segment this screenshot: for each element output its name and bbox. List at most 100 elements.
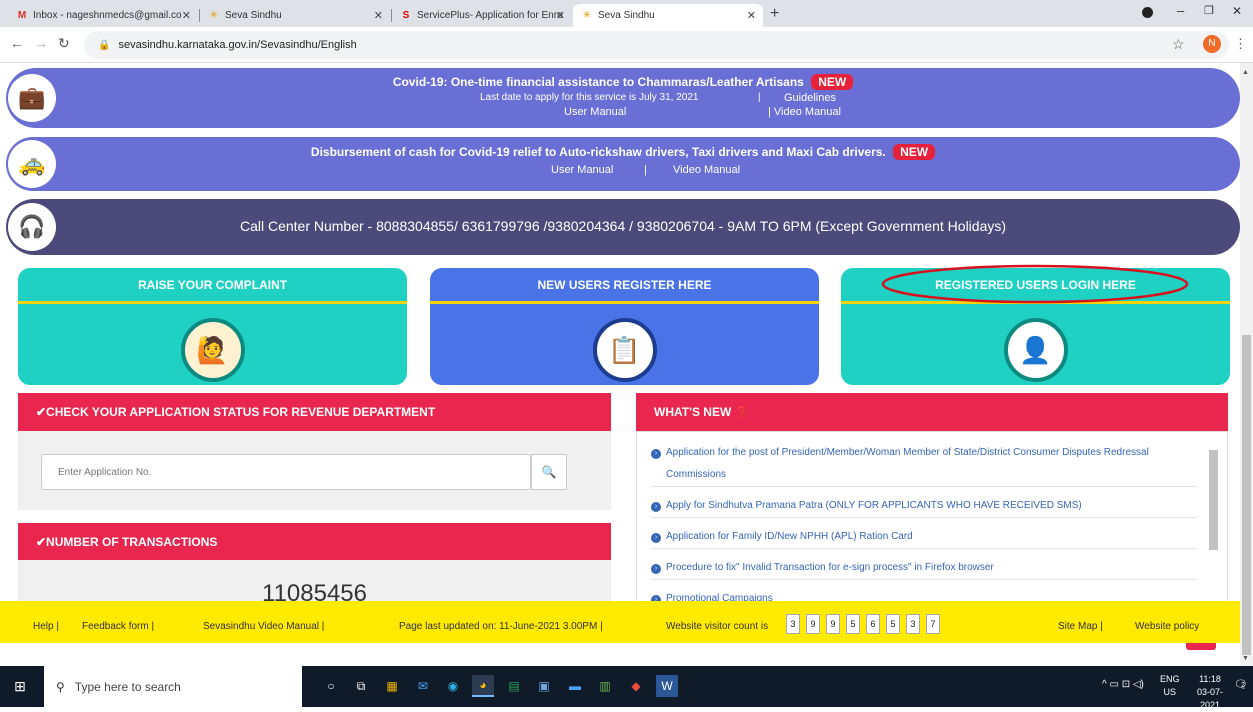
list-item-text: Commissions	[666, 469, 727, 480]
new-badge: NEW	[811, 74, 854, 90]
list-item[interactable]: › Application for Family ID/New NPHH (APL…	[651, 526, 1197, 549]
video-manual-link[interactable]: Video Manual	[673, 164, 740, 176]
taskbar-search-box[interactable]: ⚲ Type here to search	[44, 666, 302, 707]
list-item-text: Application for the post of President/Me…	[666, 447, 1149, 458]
paint-icon[interactable]: ◆	[625, 675, 647, 697]
website-policy-link[interactable]: Website policy	[1135, 621, 1199, 632]
language-indicator[interactable]: ENG US	[1160, 673, 1180, 699]
site-map-link[interactable]: Site Map |	[1058, 621, 1103, 632]
region-code: US	[1163, 687, 1177, 697]
new-user-register-card[interactable]: NEW USERS REGISTER HERE 📋	[430, 268, 819, 385]
list-item[interactable]: › Procedure to fix" Invalid Transaction f…	[651, 557, 1197, 580]
edge-icon[interactable]: ◉	[442, 675, 464, 697]
forward-icon[interactable]: →	[34, 35, 48, 51]
video-manual-link[interactable]: | Video Manual	[768, 106, 841, 118]
user-manual-link[interactable]: User Manual	[551, 164, 613, 176]
close-icon[interactable]: ✕	[747, 9, 756, 22]
list-item-text: Application for Family ID/New NPHH (APL)…	[666, 531, 913, 542]
tab-title: Seva Sindhu	[225, 10, 282, 21]
deadline-text: Last date to apply for this service is J…	[480, 92, 699, 103]
guidelines-link[interactable]: Guidelines	[784, 92, 836, 104]
call-center-banner: 🎧 Call Center Number - 8088304855/ 63617…	[6, 199, 1240, 255]
new-tab-icon[interactable]: +	[770, 5, 779, 23]
visitor-digit: 5	[846, 614, 860, 634]
visitor-digit: 7	[926, 614, 940, 634]
bookmark-star-icon[interactable]: ☆	[1172, 36, 1185, 53]
task-view-icon[interactable]: ⧉	[350, 675, 372, 697]
card-title: NEW USERS REGISTER HERE	[430, 268, 819, 304]
app-icon[interactable]: ▣	[533, 675, 555, 697]
back-icon[interactable]: ←	[10, 35, 24, 51]
visitor-digit: 5	[886, 614, 900, 634]
close-icon[interactable]: ✕	[556, 9, 565, 22]
cortana-icon[interactable]: ○	[320, 675, 342, 697]
search-placeholder: Type here to search	[74, 679, 181, 694]
tab-seva-sindhu-active[interactable]: ✳ Seva Sindhu ✕	[573, 4, 763, 27]
feedback-link[interactable]: Feedback form |	[82, 621, 154, 632]
chevron-right-icon: ›	[651, 502, 661, 512]
seva-sindhu-icon: ✳	[582, 9, 592, 21]
scroll-up-icon[interactable]: ▲	[1242, 69, 1249, 76]
maximize-icon[interactable]: ❐	[1204, 4, 1214, 17]
chevron-right-icon: ›	[651, 564, 661, 574]
application-number-input[interactable]: Enter Application No.	[41, 454, 531, 490]
help-link[interactable]: Help |	[33, 621, 59, 632]
minimize-icon[interactable]: –	[1177, 3, 1184, 18]
language-code: ENG	[1160, 674, 1180, 684]
browser-tab-bar: M Inbox - nageshnmedcs@gmail.co ✕ ✳ Seva…	[0, 0, 1253, 27]
whats-new-list: › Application for the post of President/M…	[636, 431, 1228, 619]
tab-gmail[interactable]: M Inbox - nageshnmedcs@gmail.co ✕	[8, 4, 198, 27]
notification-icon[interactable]: 🗨 2	[1234, 678, 1248, 691]
serviceplus-icon: S	[402, 9, 410, 21]
close-icon[interactable]: ✕	[374, 9, 383, 22]
visitor-digit: 9	[806, 614, 820, 634]
search-icon[interactable]: 🔍	[531, 454, 567, 490]
call-center-agent-icon: 🎧	[8, 203, 56, 251]
address-bar-row: ← → ↻ 🔒 sevasindhu.karnataka.gov.in/Seva…	[0, 27, 1253, 63]
covid-leather-artisans-banner: 💼 Covid-19: One-time financial assistanc…	[6, 68, 1240, 128]
gmail-icon: M	[17, 9, 27, 21]
visitor-digit: 6	[866, 614, 880, 634]
list-scrollbar-thumb[interactable]	[1209, 450, 1218, 550]
menu-dots-icon[interactable]: ⋮	[1234, 36, 1247, 52]
file-explorer-icon[interactable]: ▬	[564, 675, 586, 697]
windows-start-icon[interactable]: ⊞	[9, 675, 31, 697]
record-icon[interactable]	[1142, 7, 1153, 18]
call-center-text: Call Center Number - 8088304855/ 6361799…	[239, 218, 1007, 234]
list-item-text: Procedure to fix" Invalid Transaction fo…	[666, 562, 994, 573]
list-item-continued[interactable]: Commissions	[651, 464, 1197, 487]
tab-title: Seva Sindhu	[598, 10, 655, 21]
user-manual-link[interactable]: User Manual	[564, 106, 626, 118]
transactions-header: ✔NUMBER OF TRANSACTIONS	[18, 523, 611, 560]
excel-icon[interactable]: ▤	[503, 675, 525, 697]
clipboard-icon: 📋	[592, 318, 657, 382]
page-content: 💼 Covid-19: One-time financial assistanc…	[0, 63, 1240, 666]
url-text: sevasindhu.karnataka.gov.in/Sevasindhu/E…	[118, 39, 357, 51]
video-manual-link[interactable]: Sevasindhu Video Manual |	[203, 621, 324, 632]
url-field[interactable]: 🔒 sevasindhu.karnataka.gov.in/Sevasindhu…	[84, 31, 1229, 59]
chrome-icon[interactable]: ◕	[472, 675, 494, 697]
tab-serviceplus[interactable]: S ServicePlus- Application for Enro ✕	[392, 4, 572, 27]
window-close-icon[interactable]: ✕	[1232, 4, 1242, 18]
network-app-icon[interactable]: ▥	[594, 675, 616, 697]
scrollbar-thumb[interactable]	[1242, 335, 1251, 655]
scroll-down-icon[interactable]: ▼	[1242, 655, 1249, 662]
raise-complaint-card[interactable]: RAISE YOUR COMPLAINT 🙋	[18, 268, 407, 385]
close-icon[interactable]: ✕	[182, 9, 191, 22]
chevron-right-icon: ›	[651, 449, 661, 459]
clock-date: 03-07-2021	[1196, 687, 1223, 710]
word-icon[interactable]: W	[656, 675, 678, 697]
profile-avatar[interactable]: N	[1203, 35, 1221, 53]
page-scrollbar[interactable]: ▲ ▼	[1240, 63, 1253, 666]
visitor-digit: 9	[826, 614, 840, 634]
list-item[interactable]: › Apply for Sindhutva Pramana Patra (ONLY…	[651, 495, 1197, 518]
store-icon[interactable]: ▦	[381, 675, 403, 697]
system-tray-icons[interactable]: ^ ▭ ⊡ ◁)	[1102, 679, 1144, 690]
complaint-person-icon: 🙋	[180, 318, 245, 382]
mail-icon[interactable]: ✉	[412, 675, 434, 697]
list-item[interactable]: › Application for the post of President/M…	[651, 442, 1197, 464]
reload-icon[interactable]: ↻	[58, 35, 70, 52]
clock-time: 11:18	[1199, 674, 1221, 684]
clock[interactable]: 11:18 03-07-2021	[1188, 673, 1232, 712]
tab-seva-sindhu-1[interactable]: ✳ Seva Sindhu ✕	[200, 4, 390, 27]
